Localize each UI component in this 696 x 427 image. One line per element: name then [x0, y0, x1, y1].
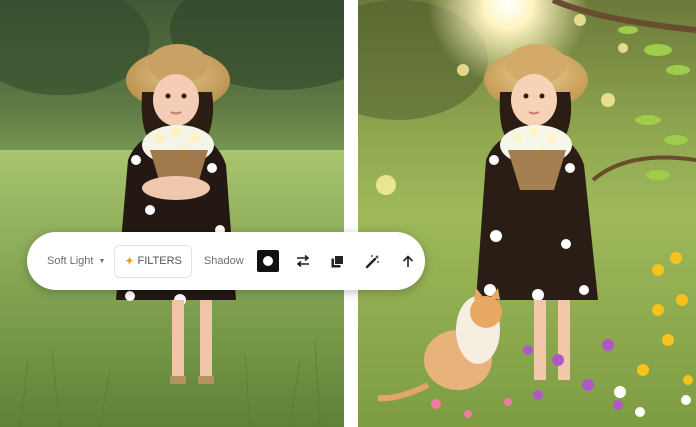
image-edit-toolbar: Soft Light ▼ ✦ FILTERS Shadow	[27, 232, 425, 290]
original-photo	[0, 0, 344, 427]
flip-button[interactable]	[292, 250, 314, 272]
swap-arrows-icon	[296, 255, 309, 267]
chevron-down-icon: ▼	[98, 257, 106, 265]
original-photo-panel	[0, 0, 344, 427]
edited-photo	[358, 0, 696, 427]
shadow-label[interactable]: Shadow	[204, 255, 244, 267]
blend-mode-label: Soft Light	[47, 255, 94, 267]
edited-photo-panel	[358, 0, 696, 427]
magic-wand-button[interactable]	[362, 250, 384, 272]
filters-button[interactable]: ✦ FILTERS	[114, 244, 192, 278]
shadow-color-swatch[interactable]	[256, 250, 279, 272]
filters-label: FILTERS	[137, 255, 182, 267]
blend-mode-dropdown[interactable]: Soft Light ▼	[47, 255, 105, 267]
bring-forward-button[interactable]	[397, 250, 419, 272]
duplicate-layers-icon	[331, 254, 345, 267]
shadow-dot-icon	[262, 256, 273, 266]
magic-wand-icon	[365, 254, 380, 268]
panel-divider	[344, 0, 358, 427]
arrow-up-icon	[402, 254, 413, 267]
duplicate-button[interactable]	[327, 250, 349, 272]
sparkle-icon: ✦	[124, 254, 135, 268]
